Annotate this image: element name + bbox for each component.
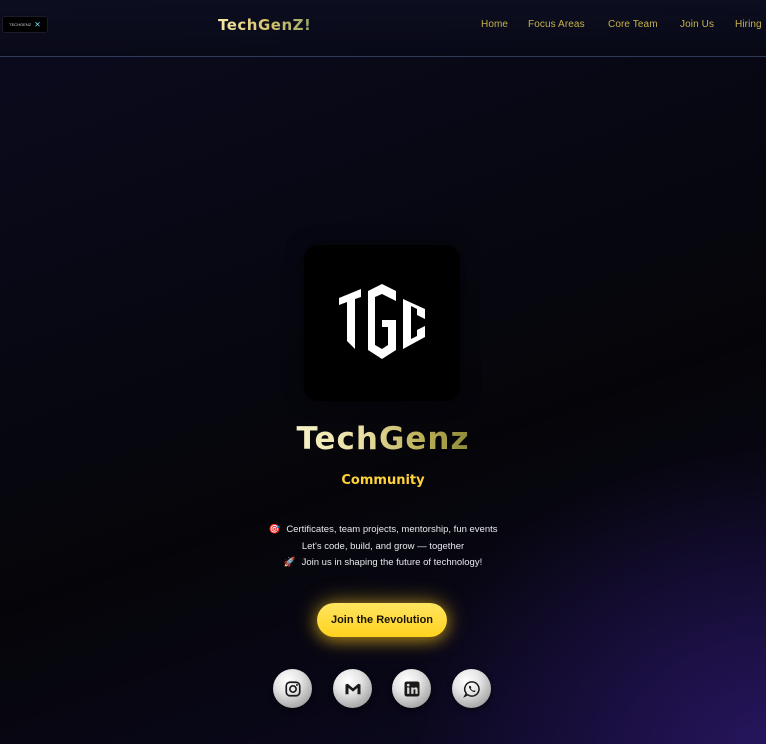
linkedin-button[interactable]	[392, 669, 431, 708]
nav-home[interactable]: Home	[481, 19, 508, 30]
hero-title: TechGenz	[0, 421, 766, 457]
nav-join-us[interactable]: Join Us	[680, 19, 714, 30]
description-text: Join us in shaping the future of technol…	[301, 557, 483, 568]
nav-core-team[interactable]: Core Team	[608, 19, 658, 30]
hero-subtitle: Community	[341, 473, 425, 488]
linkedin-icon	[404, 681, 419, 696]
whatsapp-button[interactable]	[452, 669, 491, 708]
instagram-icon	[284, 680, 301, 697]
hero-title-text: TechGenz	[296, 421, 470, 457]
instagram-button[interactable]	[273, 669, 312, 708]
whatsapp-icon	[462, 680, 480, 698]
description-line: 🚀 Join us in shaping the future of techno…	[0, 555, 766, 572]
gmail-button[interactable]	[333, 669, 372, 708]
nav-focus-areas[interactable]: Focus Areas	[528, 19, 585, 30]
join-revolution-button[interactable]: Join the Revolution	[317, 603, 447, 637]
main-nav: Home Focus Areas Core Team Join Us Hirin…	[0, 19, 766, 33]
site-header: TECHGENZ ⨯ TechGenZ! Home Focus Areas Co…	[0, 0, 766, 57]
description-line: 🎯 Certificates, team projects, mentorship…	[0, 522, 766, 539]
social-links	[0, 669, 766, 709]
tgc-logo	[304, 245, 460, 401]
hero-description: 🎯 Certificates, team projects, mentorship…	[0, 522, 766, 572]
nav-hiring[interactable]: Hiring	[735, 19, 762, 30]
rocket-icon: 🚀	[283, 557, 296, 568]
description-text: Let's code, build, and grow — together	[301, 540, 465, 552]
tgc-logo-mark	[339, 284, 425, 359]
gmail-icon	[345, 683, 360, 694]
description-text: Certificates, team projects, mentorship,…	[286, 524, 498, 535]
description-line: Let's code, build, and grow — together	[0, 539, 766, 556]
target-icon: 🎯	[268, 524, 281, 535]
